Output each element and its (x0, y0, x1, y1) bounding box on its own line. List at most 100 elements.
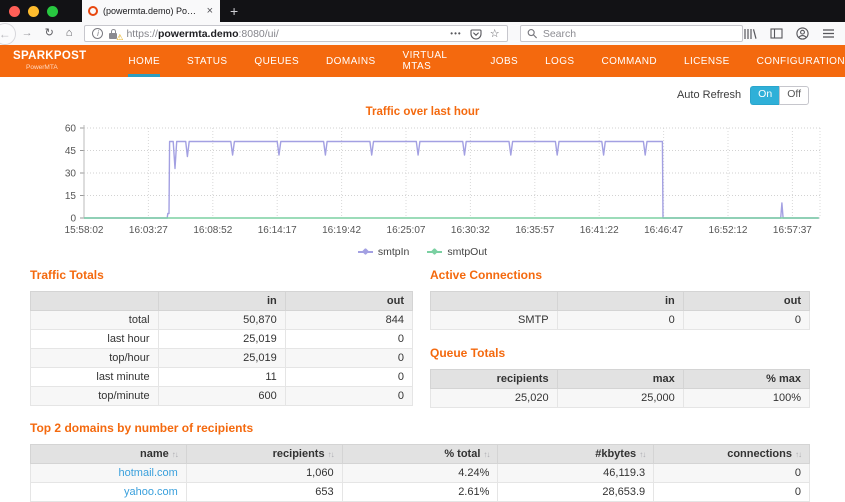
svg-text:16:03:27: 16:03:27 (129, 225, 168, 236)
column-header-kbytes[interactable]: #kbytes↑↓ (498, 444, 654, 463)
svg-text:15:58:02: 15:58:02 (65, 225, 104, 236)
nav-menu: HOME STATUS QUEUES DOMAINS VIRTUAL MTAS … (128, 45, 845, 77)
table-row: SMTP00 (431, 310, 810, 329)
window-controls (0, 0, 70, 22)
bookmark-star-icon[interactable]: ☆ (490, 27, 500, 40)
svg-text:16:52:12: 16:52:12 (709, 225, 748, 236)
svg-text:16:41:22: 16:41:22 (580, 225, 619, 236)
domain-link[interactable]: yahoo.com (124, 486, 178, 498)
nav-item-jobs[interactable]: JOBS (490, 45, 518, 77)
queue-totals-title: Queue Totals (430, 346, 810, 360)
table-row: total50,870844 (31, 310, 413, 329)
browser-tab[interactable]: (powermta.demo) PowerMTA W × (82, 0, 220, 22)
svg-text:45: 45 (65, 146, 77, 157)
auto-refresh-toggle: On Off (750, 86, 809, 105)
chart-title: Traffic over last hour (0, 106, 845, 118)
legend-item-smtpout[interactable]: smtpOut (427, 246, 487, 258)
table-row: top/hour25,0190 (31, 348, 413, 367)
svg-text:15: 15 (65, 191, 77, 202)
legend-item-smtpin[interactable]: smtpIn (358, 246, 410, 258)
menu-icon[interactable] (822, 28, 835, 39)
auto-refresh-label: Auto Refresh (677, 89, 741, 101)
url-text: https://powermta.demo:8080/ui/ (126, 28, 278, 40)
tab-title: (powermta.demo) PowerMTA W (103, 6, 201, 16)
svg-text:0: 0 (70, 213, 76, 224)
svg-text:60: 60 (65, 123, 77, 134)
pocket-icon[interactable] (470, 28, 482, 40)
table-row: top/minute6000 (31, 386, 413, 405)
svg-text:16:30:32: 16:30:32 (451, 225, 490, 236)
library-icon[interactable] (743, 28, 757, 40)
search-input[interactable] (541, 27, 736, 41)
table-header-row: in out (31, 291, 413, 310)
svg-text:30: 30 (65, 168, 77, 179)
page-info-icon[interactable]: i (92, 28, 103, 39)
traffic-chart: 0 15 30 45 60 15:58:02 16:03:27 16:08:52 16:14:1… (0, 120, 845, 250)
active-connections-title: Active Connections (430, 268, 810, 282)
url-bar[interactable]: i ⚠ https://powermta.demo:8080/ui/ ••• ☆ (84, 25, 507, 42)
chart-legend: smtpIn smtpOut (0, 246, 845, 258)
page-actions-icon[interactable]: ••• (450, 29, 461, 38)
nav-item-virtual-mtas[interactable]: VIRTUAL MTAS (403, 45, 464, 77)
sparkpost-logo[interactable]: SPARKPOST PowerMTA (13, 45, 86, 77)
nav-item-status[interactable]: STATUS (187, 45, 227, 77)
sort-icon: ↑↓ (795, 450, 801, 459)
svg-text:16:35:57: 16:35:57 (515, 225, 554, 236)
active-connections-table: in out SMTP00 (430, 291, 810, 330)
reload-button[interactable]: ↻ (39, 22, 60, 45)
window-zoom-button[interactable] (47, 6, 58, 17)
nav-item-home[interactable]: HOME (128, 45, 160, 77)
table-header-row: name↑↓ recipients↑↓ % total↑↓ #kbytes↑↓ … (31, 444, 810, 463)
svg-text:16:25:07: 16:25:07 (387, 225, 426, 236)
nav-item-domains[interactable]: DOMAINS (326, 45, 375, 77)
logo-brand-text: SPARKPOST (13, 51, 86, 63)
sort-icon: ↑↓ (639, 450, 645, 459)
nav-item-configuration[interactable]: CONFIGURATION (757, 45, 845, 77)
nav-item-command[interactable]: COMMAND (601, 45, 657, 77)
browser-toolbar: ← → ↻ ⌂ i ⚠ https://powermta.demo:8080/u… (0, 22, 845, 45)
app-navbar: SPARKPOST PowerMTA HOME STATUS QUEUES DO… (0, 45, 845, 77)
insecure-lock-icon[interactable]: ⚠ (108, 27, 121, 40)
browser-titlebar: (powermta.demo) PowerMTA W × + (0, 0, 845, 22)
table-row: 25,02025,000100% (431, 388, 810, 407)
domain-link[interactable]: hotmail.com (119, 467, 178, 479)
traffic-totals-table: in out total50,870844 last hour25,0190 t… (30, 291, 413, 406)
svg-text:16:08:52: 16:08:52 (193, 225, 232, 236)
tab-close-icon[interactable]: × (206, 6, 214, 17)
top-domains-title: Top 2 domains by number of recipients (30, 421, 810, 435)
nav-item-logs[interactable]: LOGS (545, 45, 574, 77)
window-minimize-button[interactable] (28, 6, 39, 17)
site-favicon-icon (88, 6, 98, 16)
table-row: yahoo.com 653 2.61% 28,653.9 0 (31, 482, 810, 501)
smtpout-marker-icon (427, 251, 442, 253)
svg-text:16:46:47: 16:46:47 (644, 225, 683, 236)
auto-refresh-off-button[interactable]: Off (779, 86, 809, 105)
table-header-row: recipients max % max (431, 369, 810, 388)
svg-text:16:19:42: 16:19:42 (322, 225, 361, 236)
logo-product-text: PowerMTA (13, 65, 86, 72)
table-header-row: in out (431, 291, 810, 310)
account-icon[interactable] (796, 27, 809, 40)
queue-totals-table: recipients max % max 25,02025,000100% (430, 369, 810, 408)
sort-icon: ↑↓ (172, 450, 178, 459)
sidebar-icon[interactable] (770, 28, 783, 39)
nav-item-license[interactable]: LICENSE (684, 45, 730, 77)
window-close-button[interactable] (9, 6, 20, 17)
svg-text:16:57:37: 16:57:37 (773, 225, 812, 236)
warning-icon: ⚠ (116, 34, 123, 42)
svg-text:16:14:17: 16:14:17 (258, 225, 297, 236)
column-header-name[interactable]: name↑↓ (31, 444, 187, 463)
column-header-percent-total[interactable]: % total↑↓ (342, 444, 498, 463)
search-bar[interactable] (520, 25, 743, 42)
forward-button[interactable]: → (16, 22, 39, 45)
home-button[interactable]: ⌂ (60, 22, 79, 45)
back-button[interactable]: ← (0, 23, 16, 45)
column-header-recipients[interactable]: recipients↑↓ (186, 444, 342, 463)
table-row: hotmail.com 1,060 4.24% 46,119.3 0 (31, 463, 810, 482)
column-header-connections[interactable]: connections↑↓ (654, 444, 810, 463)
auto-refresh-on-button[interactable]: On (750, 86, 779, 105)
new-tab-button[interactable]: + (220, 0, 248, 22)
smtpin-marker-icon (358, 251, 373, 253)
nav-item-queues[interactable]: QUEUES (254, 45, 299, 77)
top-domains-table: name↑↓ recipients↑↓ % total↑↓ #kbytes↑↓ … (30, 444, 810, 502)
